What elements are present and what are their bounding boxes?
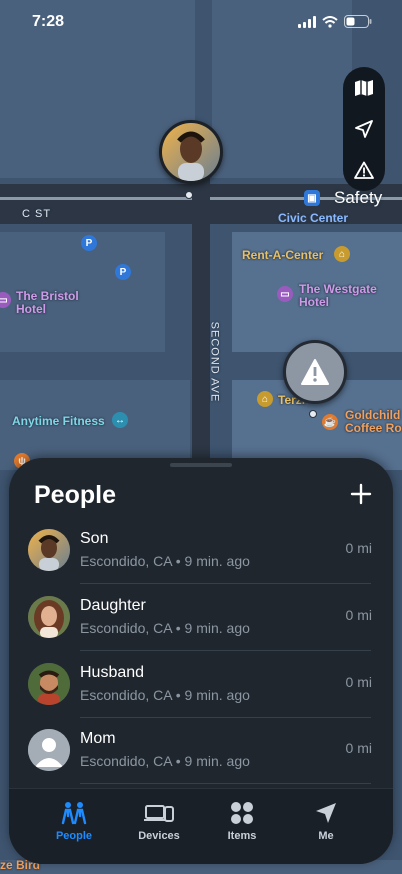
street-label-c-st: C ST (22, 208, 52, 220)
map-controls (343, 67, 385, 191)
poi-goldchild-coffee[interactable]: Goldchild Coffee Ro (345, 409, 402, 435)
row-divider (80, 583, 371, 584)
person-distance: 0 mi (345, 674, 372, 690)
tab-people[interactable]: People (39, 801, 109, 842)
tab-bar: People Devices Items Me (9, 788, 393, 864)
avatar (28, 529, 70, 571)
tab-devices[interactable]: Devices (124, 801, 194, 842)
tab-label: Devices (138, 830, 180, 842)
people-icon (61, 802, 87, 825)
devices-icon (144, 805, 174, 822)
person-distance: 0 mi (345, 607, 372, 623)
alert-location-dot (309, 410, 317, 418)
poi-westgate-hotel[interactable]: The Westgate Hotel (299, 283, 377, 309)
road-second-ave (192, 178, 210, 478)
hotel-icon[interactable]: ▭ (277, 286, 293, 302)
person-row-mom[interactable]: Mom Escondido, CA • 9 min. ago 0 mi (26, 718, 376, 784)
person-distance: 0 mi (345, 740, 372, 756)
person-name: Son (80, 530, 109, 547)
safety-alert-pin[interactable] (283, 340, 347, 404)
person-name: Mom (80, 730, 116, 747)
wifi-icon (322, 15, 338, 28)
status-bar: 7:28 (0, 0, 402, 46)
person-location: Escondido, CA • 9 min. ago (80, 620, 250, 636)
son-location-dot (185, 191, 193, 199)
avatar (28, 663, 70, 705)
store-icon[interactable]: ⌂ (257, 391, 273, 407)
safety-warning-icon[interactable] (354, 161, 374, 180)
poi-rent-a-center[interactable]: Rent-A-Center (242, 248, 323, 262)
tab-label: People (55, 830, 93, 842)
poi-bristol-hotel[interactable]: The Bristol Hotel (16, 290, 79, 316)
person-row-daughter[interactable]: Daughter Escondido, CA • 9 min. ago 0 mi (26, 585, 376, 651)
row-divider (80, 783, 371, 784)
person-row-son[interactable]: Son Escondido, CA • 9 min. ago 0 mi (26, 518, 376, 584)
location-arrow-icon[interactable] (355, 120, 373, 138)
status-time: 7:28 (32, 13, 65, 30)
person-location: Escondido, CA • 9 min. ago (80, 753, 250, 769)
parking-icon[interactable]: P (81, 235, 97, 251)
tab-label: Me (318, 830, 334, 842)
transit-icon[interactable]: ▣ (304, 190, 320, 206)
store-icon[interactable]: ⌂ (334, 246, 350, 262)
son-avatar-image (162, 123, 220, 181)
cellular-signal-icon (298, 15, 316, 28)
sheet-grabber[interactable] (170, 463, 232, 467)
poi-anytime-fitness[interactable]: Anytime Fitness (12, 414, 105, 428)
person-location: Escondido, CA • 9 min. ago (80, 553, 250, 569)
tab-me[interactable]: Me (291, 801, 361, 842)
tab-items[interactable]: Items (207, 801, 277, 842)
location-arrow-icon (316, 803, 336, 823)
poi-bristol-line2: Hotel (16, 302, 46, 316)
coffee-icon[interactable]: ☕ (322, 414, 338, 430)
items-icon (231, 802, 253, 824)
parking-icon[interactable]: P (115, 264, 131, 280)
poi-goldchild-line2: Coffee Ro (345, 421, 402, 435)
people-sheet[interactable]: People Son Escondido, CA • 9 min. ago 0 … (9, 458, 393, 864)
person-name: Husband (80, 664, 145, 681)
person-name: Daughter (80, 597, 146, 614)
warning-icon (301, 359, 329, 385)
poi-civic-center[interactable]: Civic Center (278, 211, 348, 225)
person-row-husband[interactable]: Husband Escondido, CA • 9 min. ago 0 mi (26, 652, 376, 718)
battery-icon (344, 15, 372, 28)
add-person-button[interactable] (347, 480, 375, 508)
street-label-second-ave: SECOND AVE (208, 321, 221, 403)
status-icons (298, 15, 372, 28)
avatar-placeholder-icon (28, 729, 70, 771)
son-location-pin[interactable] (159, 120, 223, 184)
tab-label: Items (227, 830, 257, 842)
poi-westgate-line2: Hotel (299, 295, 329, 309)
avatar (28, 596, 70, 638)
person-distance: 0 mi (345, 540, 372, 556)
person-location: Escondido, CA • 9 min. ago (80, 687, 250, 703)
safety-label[interactable]: Safety (334, 188, 382, 208)
sheet-title: People (34, 481, 116, 509)
plus-icon (350, 483, 372, 505)
fitness-icon[interactable]: ↔ (112, 412, 128, 428)
map-mode-icon[interactable] (354, 79, 374, 97)
row-divider (80, 650, 371, 651)
